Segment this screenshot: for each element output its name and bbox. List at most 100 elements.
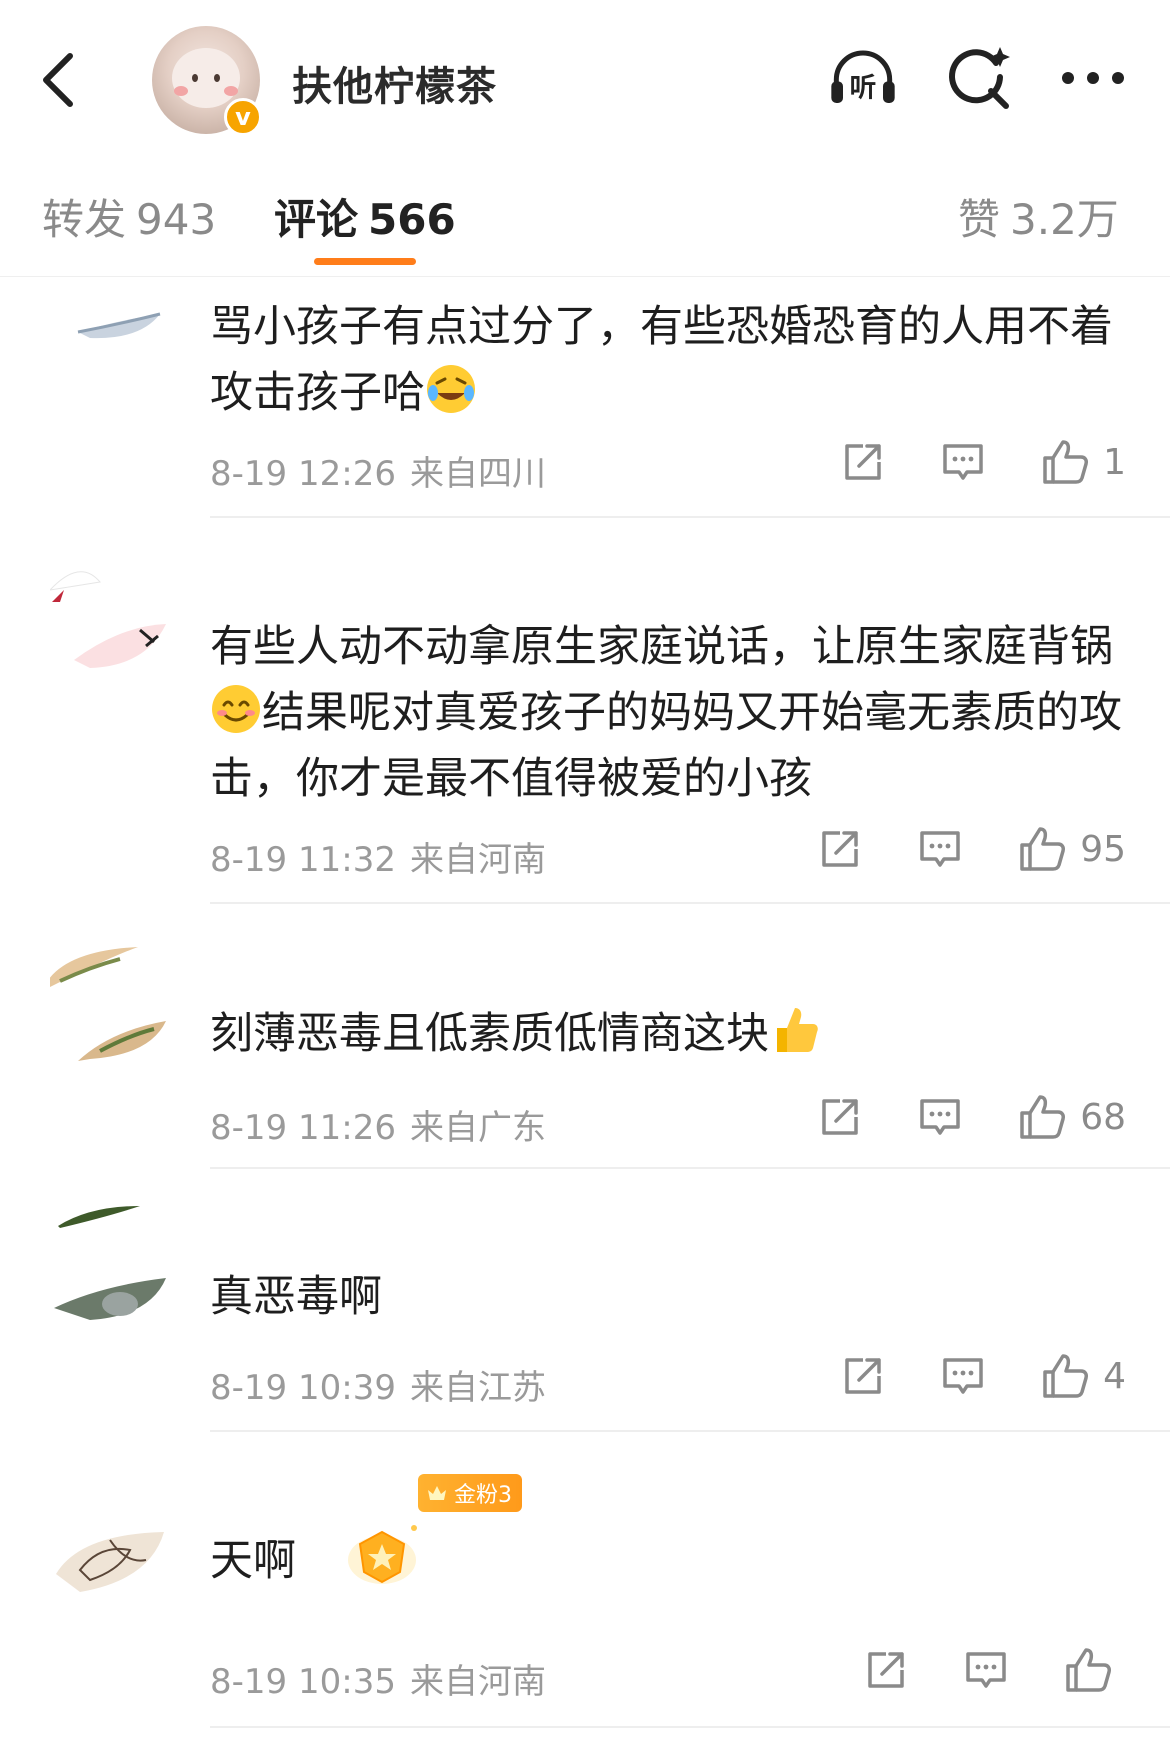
- commenter-avatar[interactable]: [48, 550, 170, 670]
- comment-actions: 1: [785, 438, 1126, 486]
- like-count: 1: [1103, 441, 1126, 483]
- thumbs-up-icon: [1041, 1352, 1089, 1400]
- like-button[interactable]: 95: [1018, 825, 1126, 873]
- share-icon: [864, 1648, 908, 1692]
- tab-comments[interactable]: 评论 566: [274, 186, 456, 247]
- like-button[interactable]: [1064, 1646, 1126, 1694]
- verified-badge: v: [224, 98, 262, 136]
- comment-time: 8-19 11:26: [210, 1108, 396, 1148]
- divider: [210, 902, 1170, 904]
- tab-label: 评论: [274, 195, 359, 244]
- thumbs-up-icon: [1041, 438, 1089, 486]
- fan-badge-label: 金粉3: [454, 1483, 512, 1508]
- thumbs-up-emoji: [769, 1004, 821, 1056]
- share-icon: [841, 440, 885, 484]
- comment-meta: 8-19 11:32 来自河南: [210, 832, 546, 881]
- like-button[interactable]: 68: [1018, 1093, 1126, 1141]
- tab-count: 566: [368, 195, 456, 244]
- comment-location: 来自河南: [409, 840, 546, 880]
- reply-button[interactable]: [964, 1648, 1008, 1692]
- share-button[interactable]: [818, 1095, 862, 1139]
- tab-likes[interactable]: 赞 3.2万: [958, 186, 1119, 247]
- commenter-avatar[interactable]: [50, 1196, 170, 1320]
- chevron-left-icon: [43, 53, 73, 107]
- tab-label: 转发: [42, 195, 127, 244]
- comment-actions: 68: [762, 1093, 1126, 1141]
- avatar-blush: [174, 86, 188, 96]
- comment-actions: 95: [762, 825, 1126, 873]
- reply-button[interactable]: [918, 1095, 962, 1139]
- divider: [210, 1430, 1170, 1432]
- like-count: 4: [1103, 1355, 1126, 1397]
- comment-text: 骂小孩子有点过分了，有些恐婚恐育的人用不着攻击孩子哈: [210, 302, 1113, 418]
- thumbs-up-icon: [1018, 1093, 1066, 1141]
- more-dots-icon: [1062, 72, 1124, 84]
- share-button[interactable]: [818, 827, 862, 871]
- comment-icon: [964, 1648, 1008, 1692]
- search-sparkle-icon: [949, 47, 1010, 109]
- divider: [210, 1167, 1170, 1169]
- tab-reposts[interactable]: 转发 943: [42, 186, 216, 247]
- search-button[interactable]: [944, 42, 1014, 114]
- avatar-blush: [224, 86, 238, 96]
- avatar-eye: [192, 74, 198, 82]
- comment-text: 天啊: [210, 1536, 296, 1586]
- share-button[interactable]: [841, 1354, 885, 1398]
- like-button[interactable]: 1: [1041, 438, 1126, 486]
- share-button[interactable]: [841, 440, 885, 484]
- laughing-crying-emoji: [425, 363, 477, 415]
- listen-label: 听: [850, 72, 877, 103]
- active-tab-indicator: [314, 258, 416, 265]
- comment-time: 8-19 10:39: [210, 1368, 396, 1408]
- reply-button[interactable]: [941, 440, 985, 484]
- gold-fan-badge[interactable]: 金粉3: [418, 1474, 522, 1512]
- more-button[interactable]: [1058, 42, 1128, 114]
- divider: [210, 1726, 1170, 1728]
- comment-icon: [918, 827, 962, 871]
- share-icon: [818, 827, 862, 871]
- share-button[interactable]: [864, 1648, 908, 1692]
- comment-actions: [808, 1646, 1126, 1694]
- commenter-avatar[interactable]: [50, 284, 170, 404]
- comment-icon: [941, 1354, 985, 1398]
- like-count: 95: [1080, 828, 1126, 870]
- avatar-face: [172, 48, 240, 108]
- listen-button[interactable]: 听: [828, 42, 898, 114]
- comment-location: 来自河南: [409, 1662, 546, 1702]
- comment-location: 来自四川: [409, 454, 546, 494]
- tab-count: 3.2万: [1010, 195, 1119, 244]
- comment-time: 8-19 11:32: [210, 840, 396, 880]
- divider: [210, 516, 1170, 518]
- comment-time: 8-19 10:35: [210, 1662, 396, 1702]
- commenter-avatar[interactable]: [50, 1520, 170, 1640]
- comment-text-continued: 结果呢对真爱孩子的妈妈又开始毫无素质的攻击，你才是最不值得被爱的小孩: [210, 688, 1122, 804]
- reply-button[interactable]: [918, 827, 962, 871]
- thumbs-up-icon: [1064, 1646, 1112, 1694]
- smiling-emoji: [210, 683, 262, 735]
- comment-meta: 8-19 10:39 来自江苏: [210, 1360, 546, 1409]
- back-button[interactable]: [28, 38, 88, 122]
- comment-meta: 8-19 11:26 来自广东: [210, 1100, 546, 1149]
- comment-body: 骂小孩子有点过分了，有些恐婚恐育的人用不着攻击孩子哈: [210, 294, 1130, 426]
- comment-text: 真恶毒啊: [210, 1272, 382, 1322]
- share-icon: [818, 1095, 862, 1139]
- like-button[interactable]: 4: [1041, 1352, 1126, 1400]
- avatar-eye: [214, 74, 220, 82]
- comment-actions: 4: [785, 1352, 1126, 1400]
- crown-icon: [428, 1486, 446, 1500]
- comment-location: 来自江苏: [409, 1368, 546, 1408]
- comment-text: 有些人动不动拿原生家庭说话，让原生家庭背锅: [210, 622, 1113, 672]
- comment-text: 刻薄恶毒且低素质低情商这块: [210, 1009, 769, 1059]
- share-icon: [841, 1354, 885, 1398]
- top-bar: v 扶他柠檬茶 听: [0, 0, 1170, 147]
- comment-icon: [918, 1095, 962, 1139]
- comment-body: 刻薄恶毒且低素质低情商这块: [210, 1001, 1130, 1067]
- reply-button[interactable]: [941, 1354, 985, 1398]
- commenter-avatar[interactable]: [42, 931, 170, 1061]
- username[interactable]: 扶他柠檬茶: [292, 54, 497, 112]
- tab-label: 赞: [958, 195, 1001, 244]
- comment-body: 真恶毒啊: [210, 1264, 1130, 1330]
- tab-bar: 转发 943 评论 566 赞 3.2万: [0, 146, 1170, 277]
- thumbs-up-icon: [1018, 825, 1066, 873]
- like-count: 68: [1080, 1096, 1126, 1138]
